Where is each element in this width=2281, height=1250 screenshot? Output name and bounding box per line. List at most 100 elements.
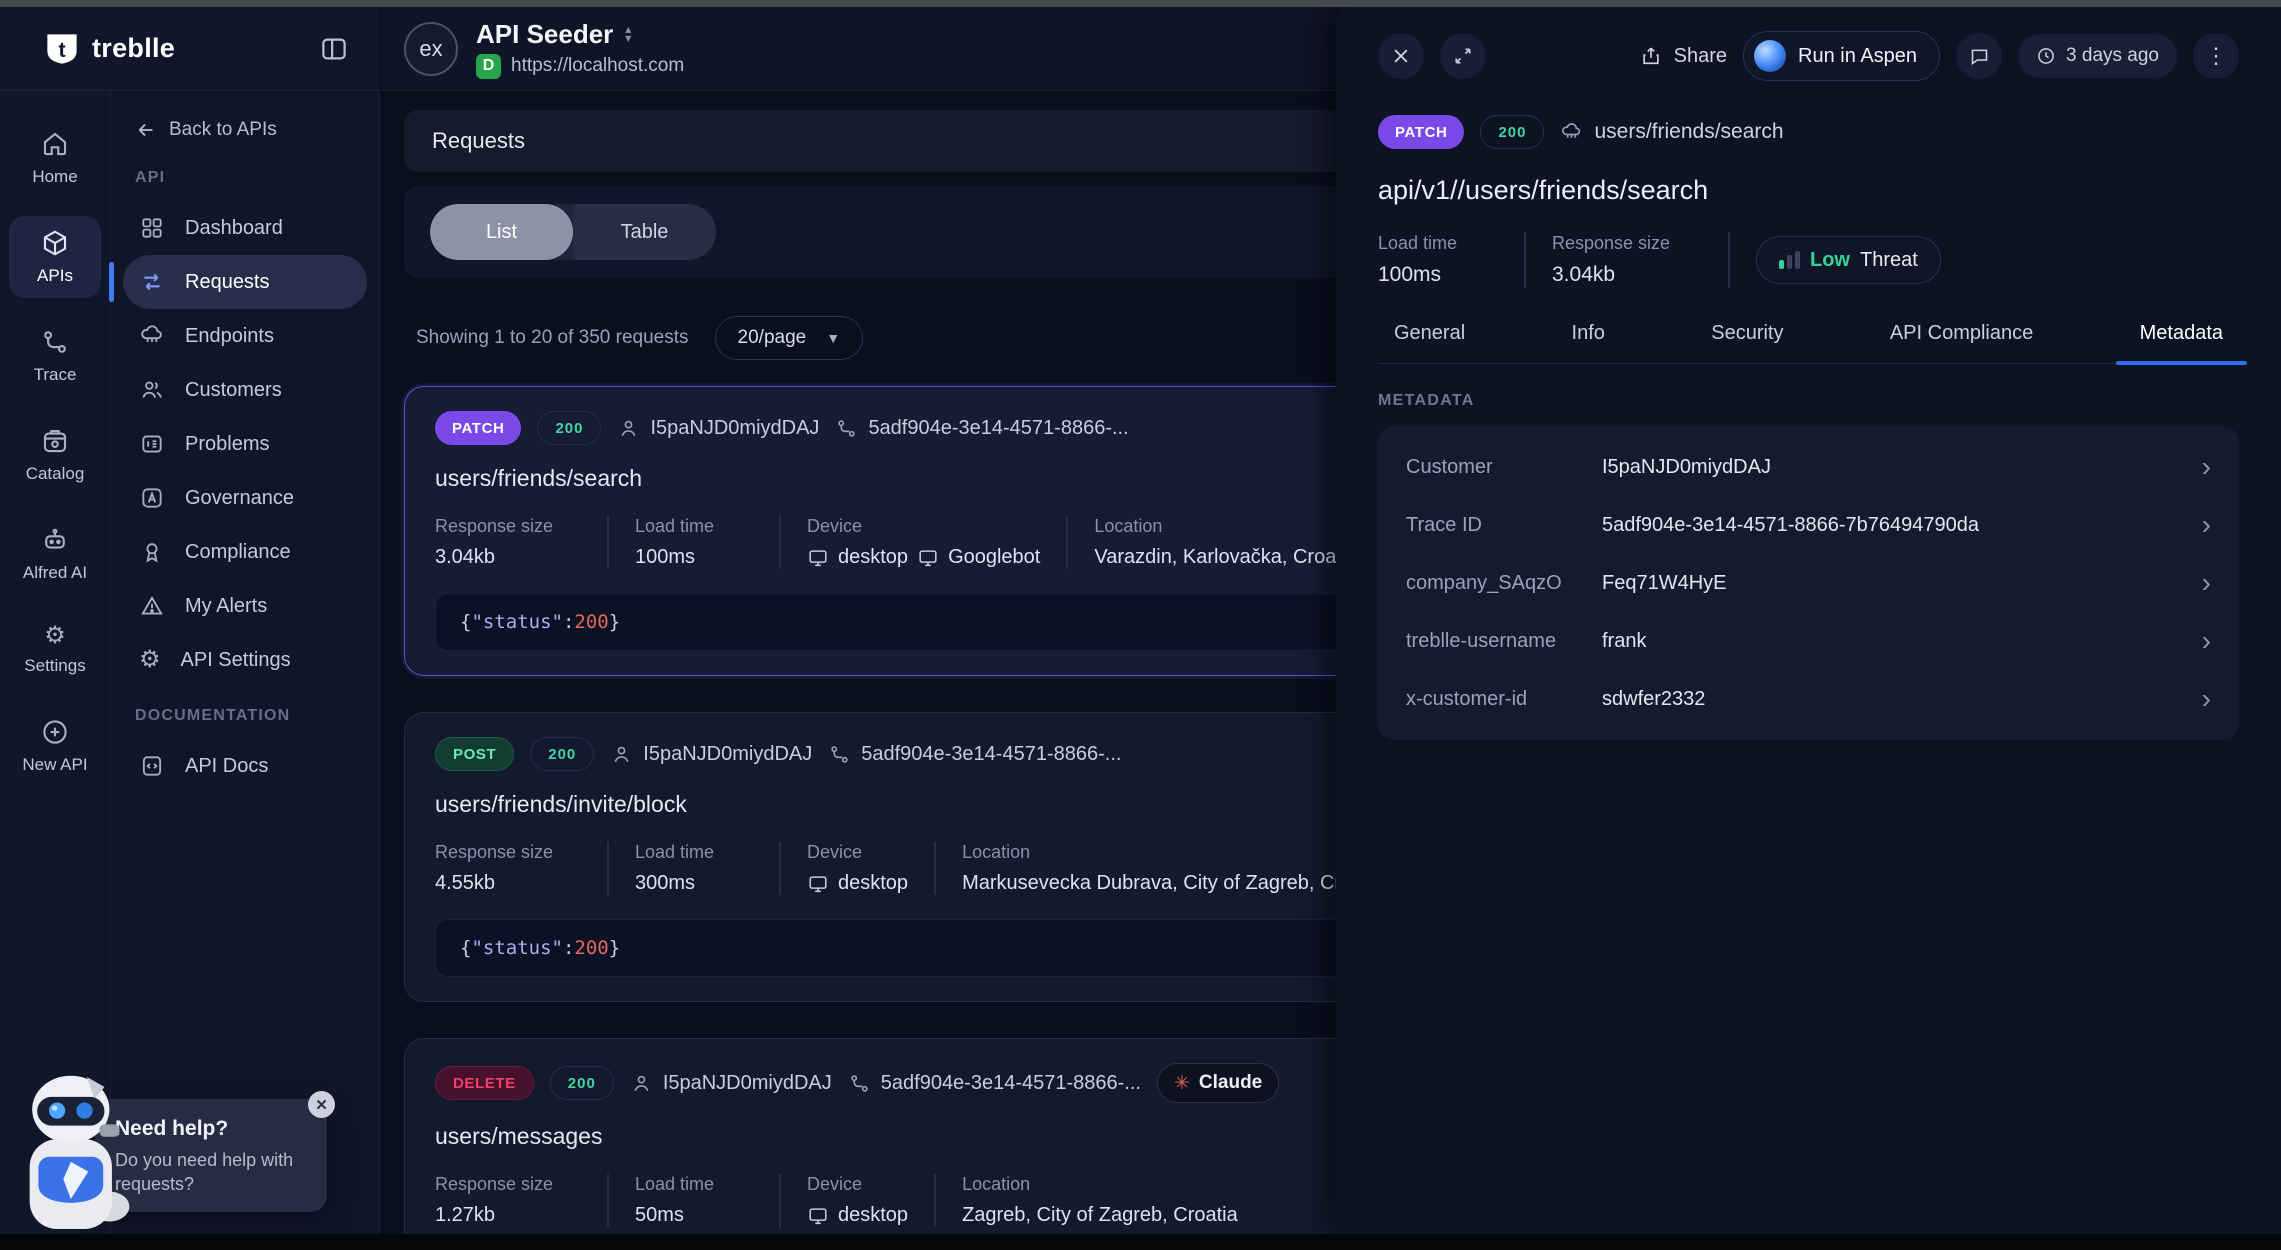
expand-button[interactable] (1440, 33, 1486, 79)
collapse-sidebar-button[interactable] (314, 29, 354, 69)
rail-label: APIs (37, 266, 73, 286)
metadata-section-title: METADATA (1378, 392, 2239, 410)
panel-collapse-icon (319, 34, 349, 64)
comment-button[interactable] (1956, 33, 2002, 79)
share-button[interactable]: Share (1640, 45, 1727, 68)
award-ribbon-icon (139, 539, 165, 565)
run-in-aspen-button[interactable]: Run in Aspen (1743, 31, 1940, 81)
method-badge: PATCH (435, 411, 521, 445)
sidebar-item-api-settings[interactable]: ⚙ API Settings (123, 633, 367, 687)
aspen-logo-icon (1754, 40, 1786, 72)
stat-label: Device (807, 842, 908, 863)
api-switcher-caret-icon[interactable]: ▴▾ (625, 25, 631, 43)
rail-item-new-api[interactable]: New API (9, 705, 101, 787)
divider (1728, 232, 1730, 288)
ai-source-badge: ✳ Claude (1157, 1063, 1279, 1103)
stat-label: Load time (635, 842, 753, 863)
metadata-key: company_SAqzO (1406, 570, 1586, 596)
api-base-url: https://localhost.com (511, 55, 684, 77)
divider (779, 842, 781, 895)
more-options-button[interactable]: ⋮ (2193, 33, 2239, 79)
chevron-right-icon: › (2181, 631, 2211, 651)
sidebar-item-requests[interactable]: Requests (123, 255, 367, 309)
rail-item-catalog[interactable]: Catalog (9, 414, 101, 496)
timestamp-pill: 3 days ago (2018, 34, 2177, 78)
close-button[interactable] (1378, 33, 1424, 79)
tab-api-compliance[interactable]: API Compliance (1880, 322, 2043, 363)
monitor-icon (807, 547, 829, 569)
people-icon (139, 377, 165, 403)
trace-meta: 5adf904e-3e14-4571-8866-... (835, 417, 1128, 440)
home-icon (40, 129, 70, 159)
metadata-row[interactable]: Trace ID 5adf904e-3e14-4571-8866-7b76494… (1406, 496, 2211, 554)
code-doc-icon (139, 753, 165, 779)
stat-label: Load time (635, 1174, 753, 1195)
sidebar-item-label: API Settings (181, 649, 291, 672)
treblle-shield-logo-icon: t (44, 31, 80, 67)
chevron-right-icon: › (2181, 573, 2211, 593)
metadata-value: 5adf904e-3e14-4571-8866-7b76494790da (1602, 514, 2165, 537)
sidebar-item-endpoints[interactable]: Endpoints (123, 309, 367, 363)
trace-id: 5adf904e-3e14-4571-8866-... (861, 743, 1121, 766)
sidebar-item-governance[interactable]: Governance (123, 471, 367, 525)
metadata-value: sdwfer2332 (1602, 688, 2165, 711)
response-size-value: 3.04kb (435, 546, 581, 569)
divider (779, 516, 781, 569)
detail-request-path: api/v1//users/friends/search (1378, 175, 2239, 206)
device-value: desktop (807, 872, 908, 895)
section-label-api: API (123, 159, 367, 201)
rail-item-home[interactable]: Home (9, 117, 101, 199)
warning-triangle-icon (139, 593, 165, 619)
rail-label: New API (22, 755, 87, 775)
view-toggle-list[interactable]: List (430, 204, 573, 260)
sidebar-item-label: Dashboard (185, 217, 283, 240)
rail-item-alfred-ai[interactable]: Alfred AI (9, 513, 101, 595)
tab-info[interactable]: Info (1562, 322, 1615, 363)
comment-bubble-icon (1969, 46, 1990, 67)
sidebar-item-my-alerts[interactable]: My Alerts (123, 579, 367, 633)
response-size-value: 3.04kb (1552, 263, 1702, 287)
back-to-apis-link[interactable]: Back to APIs (123, 113, 367, 159)
metadata-row[interactable]: treblle-username frank › (1406, 612, 2211, 670)
claude-starburst-icon: ✳ (1174, 1072, 1190, 1095)
view-toggle-table[interactable]: Table (573, 204, 716, 260)
run-in-aspen-label: Run in Aspen (1798, 45, 1917, 68)
rail-item-apis[interactable]: APIs (9, 216, 101, 298)
load-time-value: 100ms (1378, 263, 1498, 287)
tab-security[interactable]: Security (1701, 322, 1793, 363)
stat-label: Device (807, 516, 1040, 537)
tab-general[interactable]: General (1384, 322, 1475, 363)
sidebar-item-label: Problems (185, 433, 269, 456)
rail-label: Catalog (26, 464, 85, 484)
expand-icon (1453, 46, 1473, 66)
stat-label: Location (962, 842, 1384, 863)
sidebar-item-compliance[interactable]: Compliance (123, 525, 367, 579)
monitor-icon (917, 547, 939, 569)
rail-item-settings[interactable]: ⚙ Settings (9, 612, 101, 688)
sidebar-item-api-docs[interactable]: API Docs (123, 739, 367, 793)
sidebar-item-dashboard[interactable]: Dashboard (123, 201, 367, 255)
share-icon (1640, 45, 1662, 67)
help-close-button[interactable]: ✕ (308, 1091, 335, 1118)
endpoint-meta: users/friends/search (1560, 120, 1783, 144)
arrows-swap-icon (139, 269, 165, 295)
back-label: Back to APIs (169, 119, 277, 141)
monitor-icon (807, 873, 829, 895)
metadata-row[interactable]: company_SAqzO Feq71W4HyE › (1406, 554, 2211, 612)
sidebar-item-label: Compliance (185, 541, 291, 564)
chevron-down-icon: ▼ (826, 330, 840, 346)
metadata-row[interactable]: Customer I5paNJD0miydDAJ › (1406, 438, 2211, 496)
stat-label: Location (962, 1174, 1238, 1195)
per-page-dropdown[interactable]: 20/page ▼ (715, 316, 864, 360)
detail-stats-row: Load time100ms Response size3.04kb Low T… (1378, 232, 2239, 288)
load-time-value: 100ms (635, 546, 753, 569)
sidebar-item-problems[interactable]: Problems (123, 417, 367, 471)
tab-metadata[interactable]: Metadata (2130, 322, 2233, 363)
metadata-row[interactable]: x-customer-id sdwfer2332 › (1406, 670, 2211, 728)
environment-badge: D (476, 54, 501, 79)
rail-item-trace[interactable]: Trace (9, 315, 101, 397)
view-toggle: List Table (430, 204, 716, 260)
sidebar-item-customers[interactable]: Customers (123, 363, 367, 417)
brand-name: treblle (92, 33, 175, 64)
threat-level-badge: Low Threat (1756, 236, 1941, 284)
